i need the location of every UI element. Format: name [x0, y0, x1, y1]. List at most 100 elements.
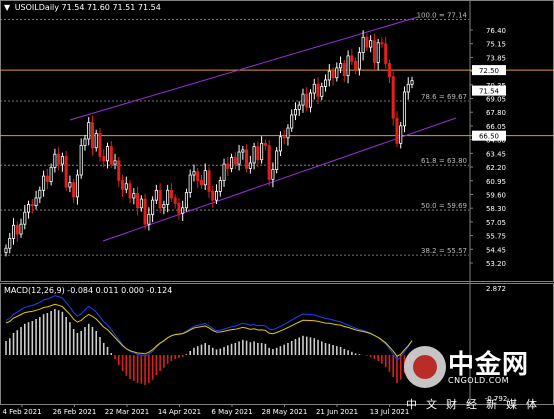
- price-tick-label: 63.45: [486, 150, 506, 158]
- candle-body: [113, 160, 117, 165]
- candle-body: [38, 189, 42, 199]
- candle-body: [75, 174, 79, 198]
- price-tick-label: 53.20: [486, 260, 506, 268]
- candle-body: [124, 183, 128, 190]
- candle-body: [105, 146, 110, 162]
- price-tick-label: 55.75: [486, 233, 506, 241]
- candle-body: [30, 204, 34, 207]
- candle-body: [90, 122, 94, 149]
- candle-body: [342, 63, 346, 76]
- price-tick-label: 66.05: [486, 123, 506, 131]
- candle-body: [320, 86, 324, 97]
- candle-body: [301, 93, 305, 106]
- candle-body: [87, 122, 91, 140]
- collapse-arrow-icon[interactable]: ▼: [4, 3, 10, 12]
- candle-body: [237, 151, 241, 165]
- candle-body: [331, 70, 335, 79]
- date-tick-label: 21 Jun 2021: [316, 408, 358, 416]
- candle-body: [230, 157, 234, 169]
- candle-body: [350, 55, 354, 62]
- candle-body: [15, 224, 19, 235]
- candle-body: [211, 190, 215, 201]
- candle-body: [23, 211, 27, 225]
- candle-body: [218, 180, 222, 192]
- candle-body: [282, 136, 286, 139]
- candle-body: [139, 198, 143, 209]
- candle-body: [241, 149, 245, 153]
- candle-body: [233, 157, 237, 165]
- price-tick-label: 57.05: [486, 219, 506, 227]
- candle-body: [109, 146, 113, 165]
- candle-body: [4, 247, 8, 253]
- candle-body: [305, 93, 309, 108]
- cngold-logo-icon: [404, 346, 446, 388]
- candle-body: [203, 170, 207, 186]
- candle-body: [207, 170, 211, 192]
- candle-body: [380, 42, 384, 45]
- candle-body: [8, 237, 12, 249]
- candle-body: [308, 92, 313, 108]
- candle-body: [372, 40, 376, 63]
- price-tick-label: 75.15: [486, 41, 506, 49]
- candle-body: [60, 156, 64, 165]
- candle-body: [147, 213, 151, 225]
- candle-body: [316, 83, 320, 97]
- candle-body: [102, 156, 106, 162]
- candle-body: [387, 63, 391, 78]
- watermark-sub: CNGOLD.COM: [448, 376, 510, 385]
- candle-body: [214, 190, 219, 201]
- candle-body: [162, 204, 166, 209]
- date-tick-label: 4 Feb 2021: [2, 408, 41, 416]
- candle-body: [267, 145, 271, 180]
- candle-body: [395, 117, 399, 144]
- candle-body: [222, 163, 226, 181]
- watermark: 中金网 CNGOLD.COM 中文财经新媒体: [404, 342, 554, 419]
- price-tick-label: 76.40: [486, 27, 506, 35]
- chart-header: ▼ USOILDaily 71.54 71.60 71.51 71.54: [4, 3, 161, 12]
- fib-level-label: 100.0 = 77.14: [417, 11, 468, 19]
- candle-body: [286, 127, 290, 139]
- symbol-label: USOILDaily: [14, 3, 59, 12]
- candle-body: [173, 197, 177, 204]
- candle-body: [297, 104, 301, 110]
- candle-body: [83, 138, 87, 146]
- candle-body: [132, 193, 136, 199]
- fib-level-label: 38.2 = 55.57: [421, 247, 467, 255]
- candle-body: [275, 150, 279, 170]
- candle-body: [117, 160, 121, 181]
- candle-body: [196, 171, 200, 181]
- price-tick-label: 59.60: [486, 191, 506, 199]
- fib-level-label: 50.0 = 59.69: [421, 202, 467, 210]
- candle-body: [79, 145, 83, 176]
- candle-body: [354, 60, 358, 70]
- price-level-box-label: 66.50: [479, 133, 499, 141]
- price-tick-label: 54.45: [486, 246, 506, 254]
- candle-body: [72, 182, 76, 198]
- candle-body: [357, 52, 361, 70]
- candle-body: [293, 109, 297, 116]
- candle-body: [192, 171, 196, 176]
- candle-body: [260, 142, 264, 161]
- candle-body: [406, 83, 410, 93]
- candle-body: [263, 142, 267, 146]
- date-tick-label: 14 Apr 2021: [158, 408, 201, 416]
- candle-body: [365, 36, 369, 48]
- candle-body: [151, 199, 155, 215]
- candle-body: [158, 189, 162, 209]
- candle-body: [199, 180, 204, 186]
- candle-body: [339, 63, 343, 69]
- candle-body: [27, 204, 31, 213]
- candle-body: [290, 114, 294, 129]
- candle-body: [143, 198, 147, 225]
- candle-body: [181, 207, 185, 214]
- candle-body: [245, 149, 249, 169]
- candle-body: [324, 79, 328, 87]
- candle-body: [346, 55, 350, 76]
- candle-body: [94, 133, 98, 149]
- date-tick-label: 6 May 2021: [211, 408, 252, 416]
- price-tick-label: 60.95: [486, 178, 506, 186]
- candle-body: [402, 91, 407, 127]
- date-tick-label: 22 Mar 2021: [105, 408, 149, 416]
- candle-body: [335, 67, 339, 79]
- candle-body: [278, 136, 282, 152]
